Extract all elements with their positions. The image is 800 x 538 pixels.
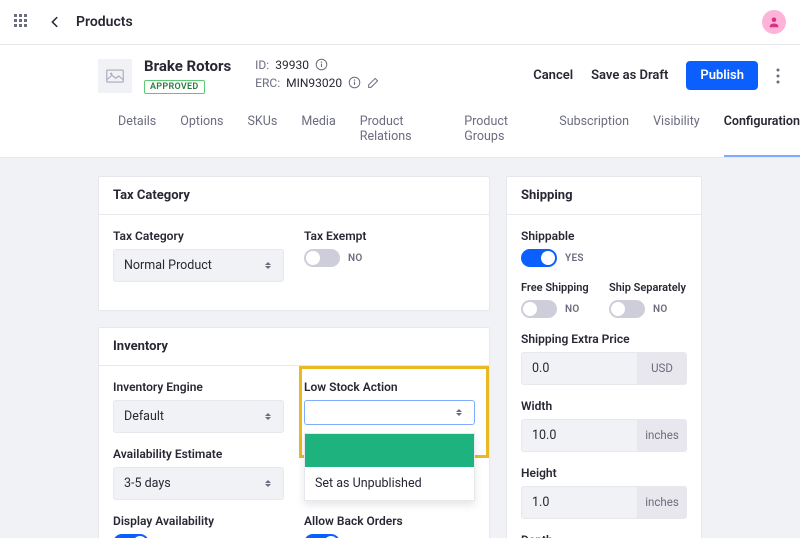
erc-label: ERC: [255,76,280,90]
tab-subscription[interactable]: Subscription [559,104,629,157]
tab-details[interactable]: Details [118,104,156,157]
free-shipping-label: Free Shipping [521,281,599,294]
display-availability-toggle[interactable] [113,534,149,538]
tax-category-panel: Tax Category Tax Category Normal Product… [98,176,490,311]
tab-media[interactable]: Media [301,104,335,157]
panel-title: Shipping [507,177,701,215]
tab-product-groups[interactable]: Product Groups [464,104,535,157]
toggle-state: NO [348,253,363,264]
shippable-toggle[interactable] [521,249,557,267]
ship-separately-toggle[interactable] [609,300,645,318]
page-title: Brake Rotors [144,57,231,75]
info-icon[interactable] [315,58,328,71]
width-label: Width [521,399,687,413]
shipping-extra-price-input[interactable]: 0.0 [521,352,637,385]
panel-title: Inventory [99,328,489,366]
tab-product-relations[interactable]: Product Relations [360,104,441,157]
inventory-panel: Inventory Inventory Engine Default Low S… [98,327,490,538]
width-input[interactable]: 10.0 [521,419,637,452]
select-value: 3-5 days [124,476,171,491]
chevron-sort-icon [454,409,464,416]
status-badge: APPROVED [144,80,205,94]
info-icon[interactable] [348,76,361,89]
tax-category-label: Tax Category [113,229,284,243]
availability-estimate-select[interactable]: 3-5 days [113,467,284,500]
tab-visibility[interactable]: Visibility [653,104,700,157]
shippable-label: Shippable [521,229,687,243]
save-draft-button[interactable]: Save as Draft [591,68,668,83]
erc-value: MIN93020 [286,76,342,90]
panel-title: Tax Category [99,177,489,215]
chevron-sort-icon [263,480,273,487]
tax-category-select[interactable]: Normal Product [113,249,284,282]
width-unit: inches [637,419,687,452]
tax-exempt-label: Tax Exempt [304,229,475,243]
chevron-sort-icon [263,413,273,420]
low-stock-action-dropdown: Set as Unpublished [304,433,475,501]
dropdown-option-unpublished[interactable]: Set as Unpublished [305,467,474,500]
free-shipping-toggle[interactable] [521,300,557,318]
display-availability-label: Display Availability [113,514,284,528]
pencil-icon[interactable] [367,76,380,89]
tab-options[interactable]: Options [180,104,223,157]
inventory-engine-select[interactable]: Default [113,400,284,433]
select-value: Default [124,409,164,424]
chevron-sort-icon [263,262,273,269]
back-icon[interactable] [48,15,62,29]
publish-button[interactable]: Publish [686,61,758,90]
shipping-extra-price-label: Shipping Extra Price [521,332,687,346]
more-icon[interactable] [776,68,780,84]
dropdown-option-blank[interactable] [305,434,474,467]
cancel-button[interactable]: Cancel [533,68,573,83]
allow-back-orders-label: Allow Back Orders [304,514,475,528]
currency-unit: USD [637,352,687,385]
toggle-state: NO [653,304,668,315]
depth-label: Depth [521,533,687,538]
id-label: ID: [255,58,269,72]
allow-back-orders-toggle[interactable] [304,534,340,538]
toggle-state: NO [565,304,580,315]
shipping-panel: Shipping Shippable YES Free Shipping NO [506,176,702,538]
low-stock-action-select[interactable] [304,400,475,425]
low-stock-action-label: Low Stock Action [304,380,475,394]
tax-exempt-toggle[interactable] [304,249,340,267]
tab-configuration[interactable]: Configuration [724,104,800,157]
height-label: Height [521,466,687,480]
user-avatar[interactable] [762,10,786,34]
id-value: 39930 [275,58,309,72]
inventory-engine-label: Inventory Engine [113,380,284,394]
breadcrumb: Products [76,14,133,30]
product-thumbnail [98,59,132,93]
tab-skus[interactable]: SKUs [248,104,278,157]
select-value: Normal Product [124,258,212,273]
apps-grid-icon[interactable] [14,14,30,30]
availability-estimate-label: Availability Estimate [113,447,284,461]
ship-separately-label: Ship Separately [609,281,687,294]
toggle-state: YES [565,253,584,264]
